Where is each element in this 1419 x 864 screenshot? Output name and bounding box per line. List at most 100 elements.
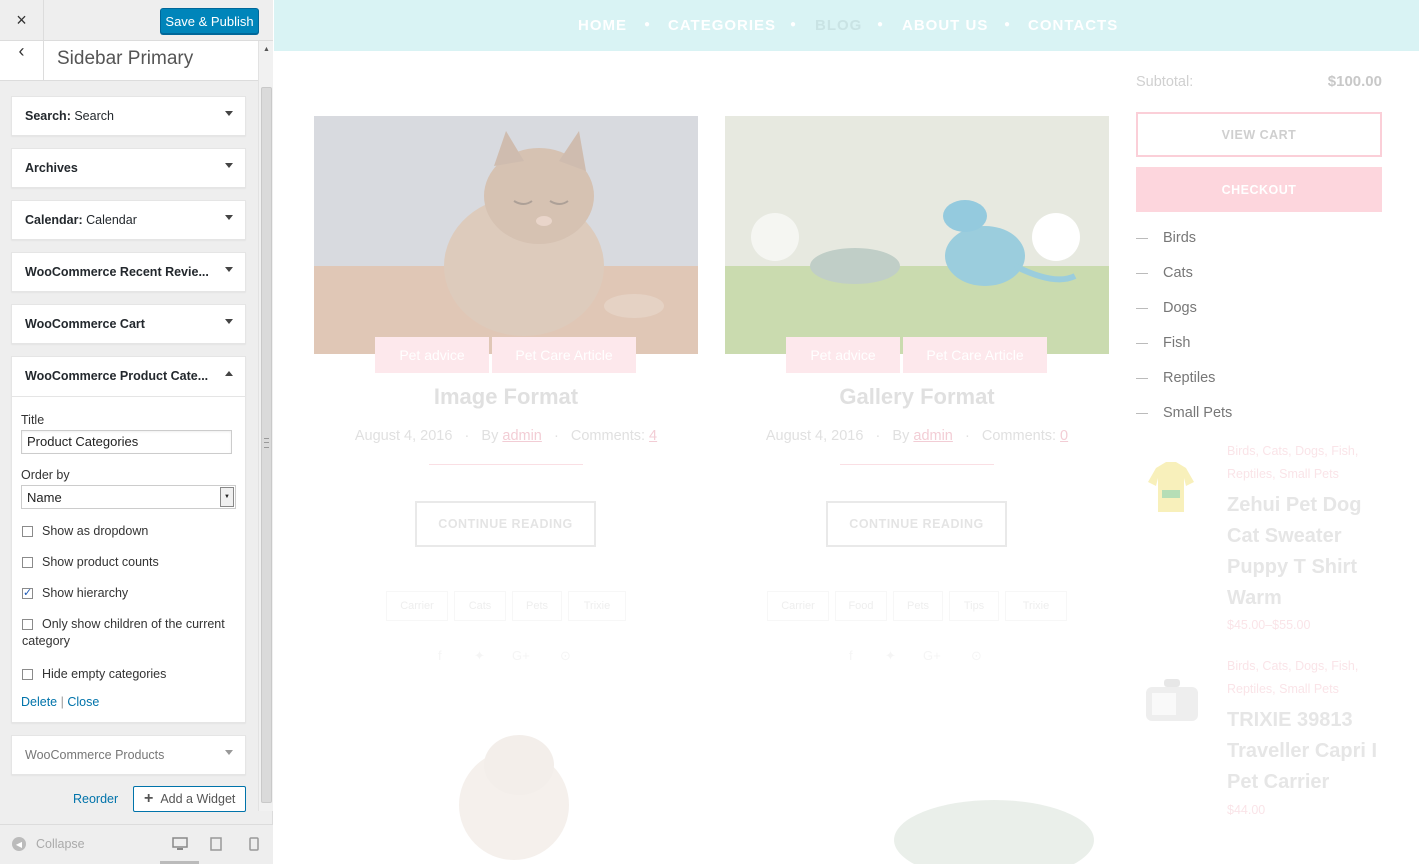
scrollbar-thumb[interactable] xyxy=(261,87,272,803)
widget-title: WooCommerce Products xyxy=(25,748,165,762)
widget-search[interactable]: Search: Search xyxy=(11,96,246,136)
post-tag[interactable]: Pets xyxy=(893,591,943,621)
checkbox-label: Only show children of the current xyxy=(42,617,225,631)
pinterest-icon[interactable]: ⊙ xyxy=(560,648,571,664)
author-link[interactable]: admin xyxy=(913,428,953,444)
post-tag[interactable]: Carrier xyxy=(767,591,829,621)
reorder-link[interactable]: Reorder xyxy=(73,792,118,806)
back-icon[interactable]: ‹ xyxy=(0,41,44,80)
checkbox[interactable] xyxy=(22,526,33,537)
scroll-up-icon[interactable]: ▲ xyxy=(259,41,274,57)
desktop-preview-icon[interactable] xyxy=(172,837,188,854)
post-image-gallery-lizard[interactable] xyxy=(725,116,1109,354)
checkbox-label: Hide empty categories xyxy=(42,667,167,681)
facebook-icon[interactable]: f xyxy=(849,648,853,663)
post-tag[interactable]: Trixie xyxy=(1005,591,1067,621)
twitter-icon[interactable]: ✦ xyxy=(885,648,896,664)
post-title[interactable]: Gallery Format xyxy=(725,384,1109,410)
category-item-small-pets[interactable]: Small Pets xyxy=(1136,405,1232,421)
category-item-fish[interactable]: Fish xyxy=(1136,335,1190,351)
post-category-tag[interactable]: Pet Care Article xyxy=(903,337,1047,373)
checkbox-checked[interactable] xyxy=(22,586,33,599)
view-cart-button[interactable]: VIEW CART xyxy=(1136,112,1382,157)
comments-link[interactable]: 0 xyxy=(1060,428,1068,444)
post-tag[interactable]: Pets xyxy=(512,591,562,621)
post-category-tag[interactable]: Pet advice xyxy=(786,337,900,373)
post-category-tag[interactable]: Pet Care Article xyxy=(492,337,636,373)
nav-blog[interactable]: BLOG xyxy=(815,17,862,34)
nav-about-us[interactable]: ABOUT US xyxy=(902,17,988,34)
nav-contacts[interactable]: CONTACTS xyxy=(1028,17,1118,34)
widget-woocommerce-products[interactable]: WooCommerce Products xyxy=(11,735,246,775)
author-link[interactable]: admin xyxy=(502,428,542,444)
expand-arrow-icon[interactable] xyxy=(225,750,233,755)
close-link[interactable]: Close xyxy=(67,695,99,709)
expand-arrow-icon[interactable] xyxy=(225,163,233,168)
post-meta: August 4, 2016 · By admin · Comments: 4 xyxy=(354,428,658,444)
title-input[interactable]: Product Categories xyxy=(21,430,232,454)
widget-calendar[interactable]: Calendar: Calendar xyxy=(11,200,246,240)
post-tag[interactable]: Food xyxy=(835,591,887,621)
dropdown-arrow-icon[interactable]: ▼ xyxy=(220,487,234,507)
mobile-preview-icon[interactable] xyxy=(249,837,259,854)
pinterest-icon[interactable]: ⊙ xyxy=(971,648,982,664)
checkbox[interactable] xyxy=(22,619,33,630)
checkbox-only-children[interactable]: Only show children of the current catego… xyxy=(22,617,225,648)
post-tag[interactable]: Cats xyxy=(454,591,506,621)
post-title[interactable]: Image Format xyxy=(314,384,698,410)
post-tag[interactable]: Carrier xyxy=(386,591,448,621)
checkout-button[interactable]: CHECKOUT xyxy=(1136,167,1382,212)
google-plus-icon[interactable]: G+ xyxy=(923,648,941,663)
nav-separator-dot: ● xyxy=(877,19,884,30)
add-widget-button[interactable]: + Add a Widget xyxy=(133,786,246,812)
product-thumbnail-carrier[interactable] xyxy=(1142,677,1202,727)
widget-woocommerce-recent-reviews[interactable]: WooCommerce Recent Revie... xyxy=(11,252,246,292)
facebook-icon[interactable]: f xyxy=(438,648,442,663)
checkbox-show-hierarchy[interactable]: Show hierarchy xyxy=(22,586,128,600)
expand-arrow-icon[interactable] xyxy=(225,215,233,220)
post-image-kitten[interactable] xyxy=(314,116,698,354)
nav-home[interactable]: HOME xyxy=(578,17,627,34)
product-name[interactable]: Zehui Pet Dog Cat Sweater Puppy T Shirt War… xyxy=(1227,490,1382,614)
dash-icon xyxy=(1136,307,1148,309)
widget-woocommerce-product-categories[interactable]: WooCommerce Product Cate... Title Produc… xyxy=(11,356,246,723)
category-item-birds[interactable]: Birds xyxy=(1136,230,1196,246)
delete-link[interactable]: Delete xyxy=(21,695,57,709)
comments-link[interactable]: 4 xyxy=(649,428,657,444)
category-item-cats[interactable]: Cats xyxy=(1136,265,1193,281)
google-plus-icon[interactable]: G+ xyxy=(512,648,530,663)
close-icon[interactable]: × xyxy=(0,0,44,41)
customizer-footer: ◀ Collapse xyxy=(0,824,273,864)
continue-reading-button[interactable]: CONTINUE READING xyxy=(415,501,596,547)
post-category-tag[interactable]: Pet advice xyxy=(375,337,489,373)
collapse-arrow-icon[interactable] xyxy=(225,371,233,376)
continue-reading-button[interactable]: CONTINUE READING xyxy=(826,501,1007,547)
checkbox-show-counts[interactable]: Show product counts xyxy=(22,555,159,569)
post-image-kitten-small[interactable] xyxy=(444,715,584,864)
product-thumbnail-sweater[interactable] xyxy=(1144,460,1198,516)
checkbox-show-dropdown[interactable]: Show as dropdown xyxy=(22,524,148,538)
twitter-icon[interactable]: ✦ xyxy=(474,648,485,664)
post-image-iguana-small[interactable] xyxy=(874,780,1094,864)
expand-arrow-icon[interactable] xyxy=(225,319,233,324)
site-preview: HOME ● CATEGORIES ● BLOG ● ABOUT US ● CO… xyxy=(274,0,1419,864)
panel-scrollbar[interactable]: ▲ xyxy=(258,41,273,811)
checkbox[interactable] xyxy=(22,557,33,568)
main-navigation: HOME ● CATEGORIES ● BLOG ● ABOUT US ● CO… xyxy=(274,0,1419,51)
widget-archives[interactable]: Archives xyxy=(11,148,246,188)
save-publish-button[interactable]: Save & Publish xyxy=(160,8,259,34)
category-item-reptiles[interactable]: Reptiles xyxy=(1136,370,1215,386)
widget-woocommerce-cart[interactable]: WooCommerce Cart xyxy=(11,304,246,344)
expand-arrow-icon[interactable] xyxy=(225,267,233,272)
checkbox-hide-empty[interactable]: Hide empty categories xyxy=(22,667,166,681)
nav-categories[interactable]: CATEGORIES xyxy=(668,17,776,34)
product-name[interactable]: TRIXIE 39813 Traveller Capri I Pet Carrier xyxy=(1227,705,1382,798)
expand-arrow-icon[interactable] xyxy=(225,111,233,116)
category-item-dogs[interactable]: Dogs xyxy=(1136,300,1197,316)
orderby-select[interactable]: Name ▼ xyxy=(21,485,236,509)
collapse-button[interactable]: ◀ Collapse xyxy=(12,837,85,851)
tablet-preview-icon[interactable] xyxy=(210,837,222,854)
post-tag[interactable]: Tips xyxy=(949,591,999,621)
post-tag[interactable]: Trixie xyxy=(568,591,626,621)
checkbox[interactable] xyxy=(22,669,33,680)
